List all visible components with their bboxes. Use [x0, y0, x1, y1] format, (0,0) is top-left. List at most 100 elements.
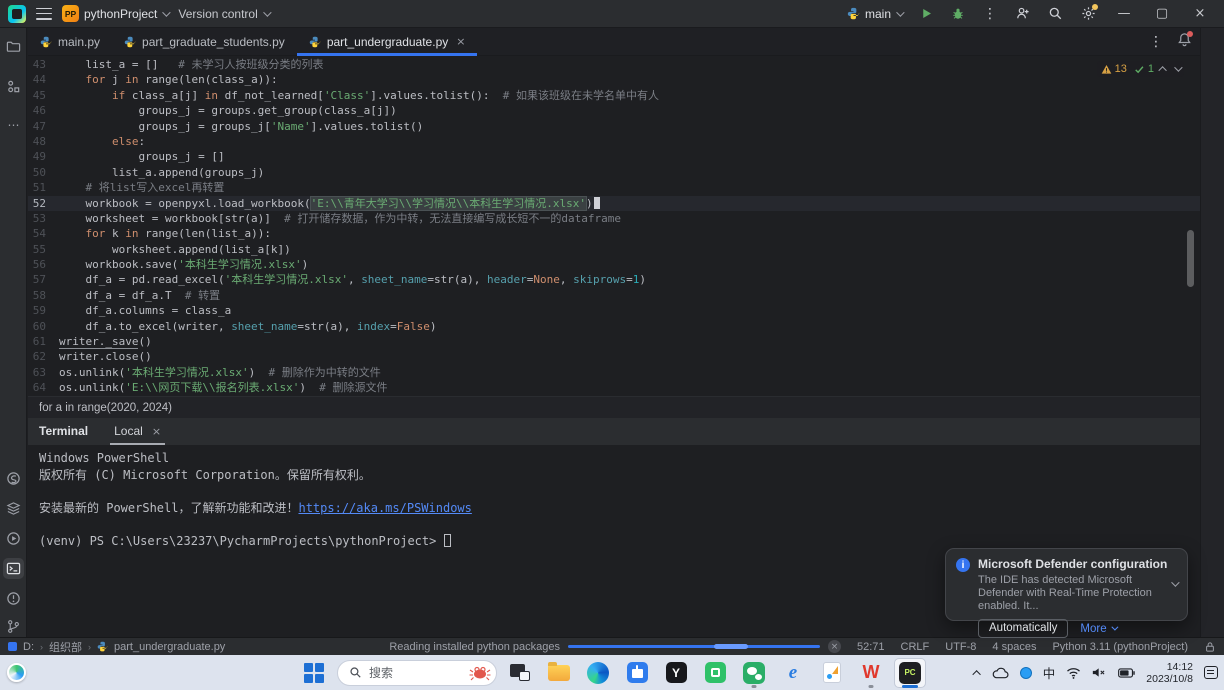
code-line-57[interactable]: 57 df_a = pd.read_excel('本科生学习情况.xlsx', … [28, 272, 1200, 287]
toolbar-more-icon[interactable]: ⋮ [983, 6, 997, 22]
inspections-widget[interactable]: 13 1 [1097, 61, 1184, 77]
wifi-icon[interactable] [1066, 667, 1081, 679]
lenovo-app-icon[interactable]: Y [660, 658, 692, 688]
run-config-selector[interactable]: main [847, 7, 902, 21]
taskbar-clock[interactable]: 14:12 2023/10/8 [1146, 661, 1193, 685]
settings-gear-icon[interactable] [1081, 6, 1096, 21]
line-number: 45 [28, 88, 59, 103]
passed-indicator[interactable]: 1 [1134, 63, 1154, 75]
terminal-tool-icon[interactable] [3, 558, 24, 579]
code-with-me-icon[interactable] [1015, 6, 1030, 21]
terminal-title[interactable]: Terminal [39, 424, 88, 445]
warnings-indicator[interactable]: 13 [1101, 63, 1127, 75]
microsoft-store-icon[interactable] [621, 658, 653, 688]
close-button[interactable]: × [1190, 6, 1210, 21]
line-separator[interactable]: CRLF [901, 641, 930, 653]
code-line-64[interactable]: 64os.unlink('E:\\网页下载\\报名列表.xlsx') # 删除源… [28, 380, 1200, 395]
code-line-46[interactable]: 46 groups_j = groups.get_group(class_a[j… [28, 103, 1200, 118]
taskbar-search-box[interactable]: 搜索 [337, 660, 497, 686]
file-encoding[interactable]: UTF-8 [945, 641, 976, 653]
search-everywhere-icon[interactable] [1048, 6, 1063, 21]
file-explorer-icon[interactable] [543, 658, 575, 688]
terminal-tab-close-icon[interactable]: × [152, 425, 161, 438]
onedrive-cloud-icon[interactable] [992, 667, 1009, 679]
code-line-60[interactable]: 60 df_a.to_excel(writer, sheet_name=str(… [28, 319, 1200, 334]
code-line-59[interactable]: 59 df_a.columns = class_a [28, 303, 1200, 318]
maximize-button[interactable]: ▢ [1152, 6, 1172, 21]
app-store-icon[interactable] [699, 658, 731, 688]
tab-bar-more-icon[interactable]: ⋮ [1149, 34, 1163, 50]
code-line-45[interactable]: 45 if class_a[j] in df_not_learned['Clas… [28, 88, 1200, 103]
terminal-line: Windows PowerShell [39, 450, 1200, 467]
code-line-43[interactable]: 43 list_a = [] # 未学习人按班级分类的列表 [28, 57, 1200, 72]
code-line-62[interactable]: 62writer.close() [28, 349, 1200, 364]
editor-scrollbar[interactable] [1187, 230, 1194, 287]
next-problem-icon[interactable] [1174, 63, 1182, 71]
pycharm-taskbar-icon[interactable]: PC [894, 658, 926, 688]
code-editor[interactable]: 43 list_a = [] # 未学习人按班级分类的列表44 for j in… [28, 56, 1200, 396]
code-line-49[interactable]: 49 groups_j = [] [28, 149, 1200, 164]
volume-muted-icon[interactable] [1092, 666, 1107, 679]
version-control-menu[interactable]: Version control [178, 7, 268, 21]
debug-bug-icon[interactable] [951, 7, 965, 21]
problems-tool-icon[interactable] [3, 588, 24, 609]
document-app-icon[interactable] [816, 658, 848, 688]
code-line-47[interactable]: 47 groups_j = groups_j['Name'].values.to… [28, 119, 1200, 134]
interpreter-selector[interactable]: Python 3.11 (pythonProject) [1052, 641, 1188, 653]
search-placeholder: 搜索 [369, 664, 461, 681]
code-line-52[interactable]: 52 workbook = openpyxl.load_workbook('E:… [28, 196, 1200, 211]
code-line-44[interactable]: 44 for j in range(len(class_a)): [28, 72, 1200, 87]
version-control-tool-icon[interactable] [3, 616, 24, 637]
prev-problem-icon[interactable] [1158, 66, 1166, 74]
indent-size[interactable]: 4 spaces [992, 641, 1036, 653]
statusbar-breadcrumb[interactable]: D: › 组织部 › part_undergraduate.py [8, 639, 225, 655]
main-menu-icon[interactable] [36, 8, 52, 20]
minimize-button[interactable]: — [1114, 6, 1134, 21]
tray-expand-icon[interactable] [975, 670, 981, 676]
code-line-56[interactable]: 56 workbook.save('本科生学习情况.xlsx') [28, 257, 1200, 272]
automatically-button[interactable]: Automatically [978, 619, 1068, 638]
run-button[interactable] [920, 7, 933, 20]
tab-close-icon[interactable]: × [456, 35, 465, 48]
code-line-51[interactable]: 51 # 将list写入excel再转置 [28, 180, 1200, 195]
desktop-widget-icon[interactable] [7, 663, 26, 682]
wps-office-icon[interactable]: W [855, 658, 887, 688]
progress-cancel-icon[interactable]: × [828, 640, 841, 653]
project-selector[interactable]: PP pythonProject [62, 5, 168, 22]
tab-part-undergraduate-py[interactable]: part_undergraduate.py × [297, 28, 478, 55]
terminal-link[interactable]: https://aka.ms/PSWindows [298, 501, 471, 515]
drive-icon [8, 642, 17, 651]
code-line-48[interactable]: 48 else: [28, 134, 1200, 149]
code-line-54[interactable]: 54 for k in range(len(list_a)): [28, 226, 1200, 241]
start-button[interactable] [298, 658, 330, 688]
context-line-bar[interactable]: for a in range(2020, 2024) [28, 396, 1200, 418]
notifications-bell-icon[interactable] [1177, 32, 1192, 52]
more-button[interactable]: More [1080, 623, 1115, 635]
terminal-local-tab[interactable]: Local × [114, 424, 161, 445]
battery-icon[interactable] [1118, 668, 1135, 678]
line-number: 62 [28, 349, 59, 364]
code-line-55[interactable]: 55 worksheet.append(list_a[k]) [28, 242, 1200, 257]
code-line-63[interactable]: 63os.unlink('本科生学习情况.xlsx') # 删除作为中转的文件 [28, 365, 1200, 380]
tab-part-graduate-students-py[interactable]: part_graduate_students.py [112, 28, 297, 55]
services-icon[interactable] [3, 498, 24, 519]
ie-browser-icon[interactable]: e [777, 658, 809, 688]
stripe-more-icon[interactable]: ⋯ [3, 114, 24, 135]
project-folder-icon[interactable] [3, 36, 24, 57]
tab-main-py[interactable]: main.py [28, 28, 112, 55]
ime-indicator[interactable]: 中 [1043, 663, 1056, 682]
wechat-icon[interactable] [738, 658, 770, 688]
run-tool-icon[interactable] [3, 528, 24, 549]
code-line-58[interactable]: 58 df_a = df_a.T # 转置 [28, 288, 1200, 303]
code-line-53[interactable]: 53 worksheet = workbook[str(a)] # 打开储存数据… [28, 211, 1200, 226]
readonly-lock-icon[interactable] [1204, 641, 1216, 653]
code-line-61[interactable]: 61writer._save() [28, 334, 1200, 349]
python-console-icon[interactable] [3, 468, 24, 489]
caret-position[interactable]: 52:71 [857, 641, 885, 653]
notification-center-icon[interactable] [1204, 666, 1218, 679]
edge-browser-icon[interactable] [582, 658, 614, 688]
structure-icon[interactable] [3, 76, 24, 97]
tray-app-icon[interactable] [1020, 667, 1032, 679]
task-view-button[interactable] [504, 658, 536, 688]
code-line-50[interactable]: 50 list_a.append(groups_j) [28, 165, 1200, 180]
